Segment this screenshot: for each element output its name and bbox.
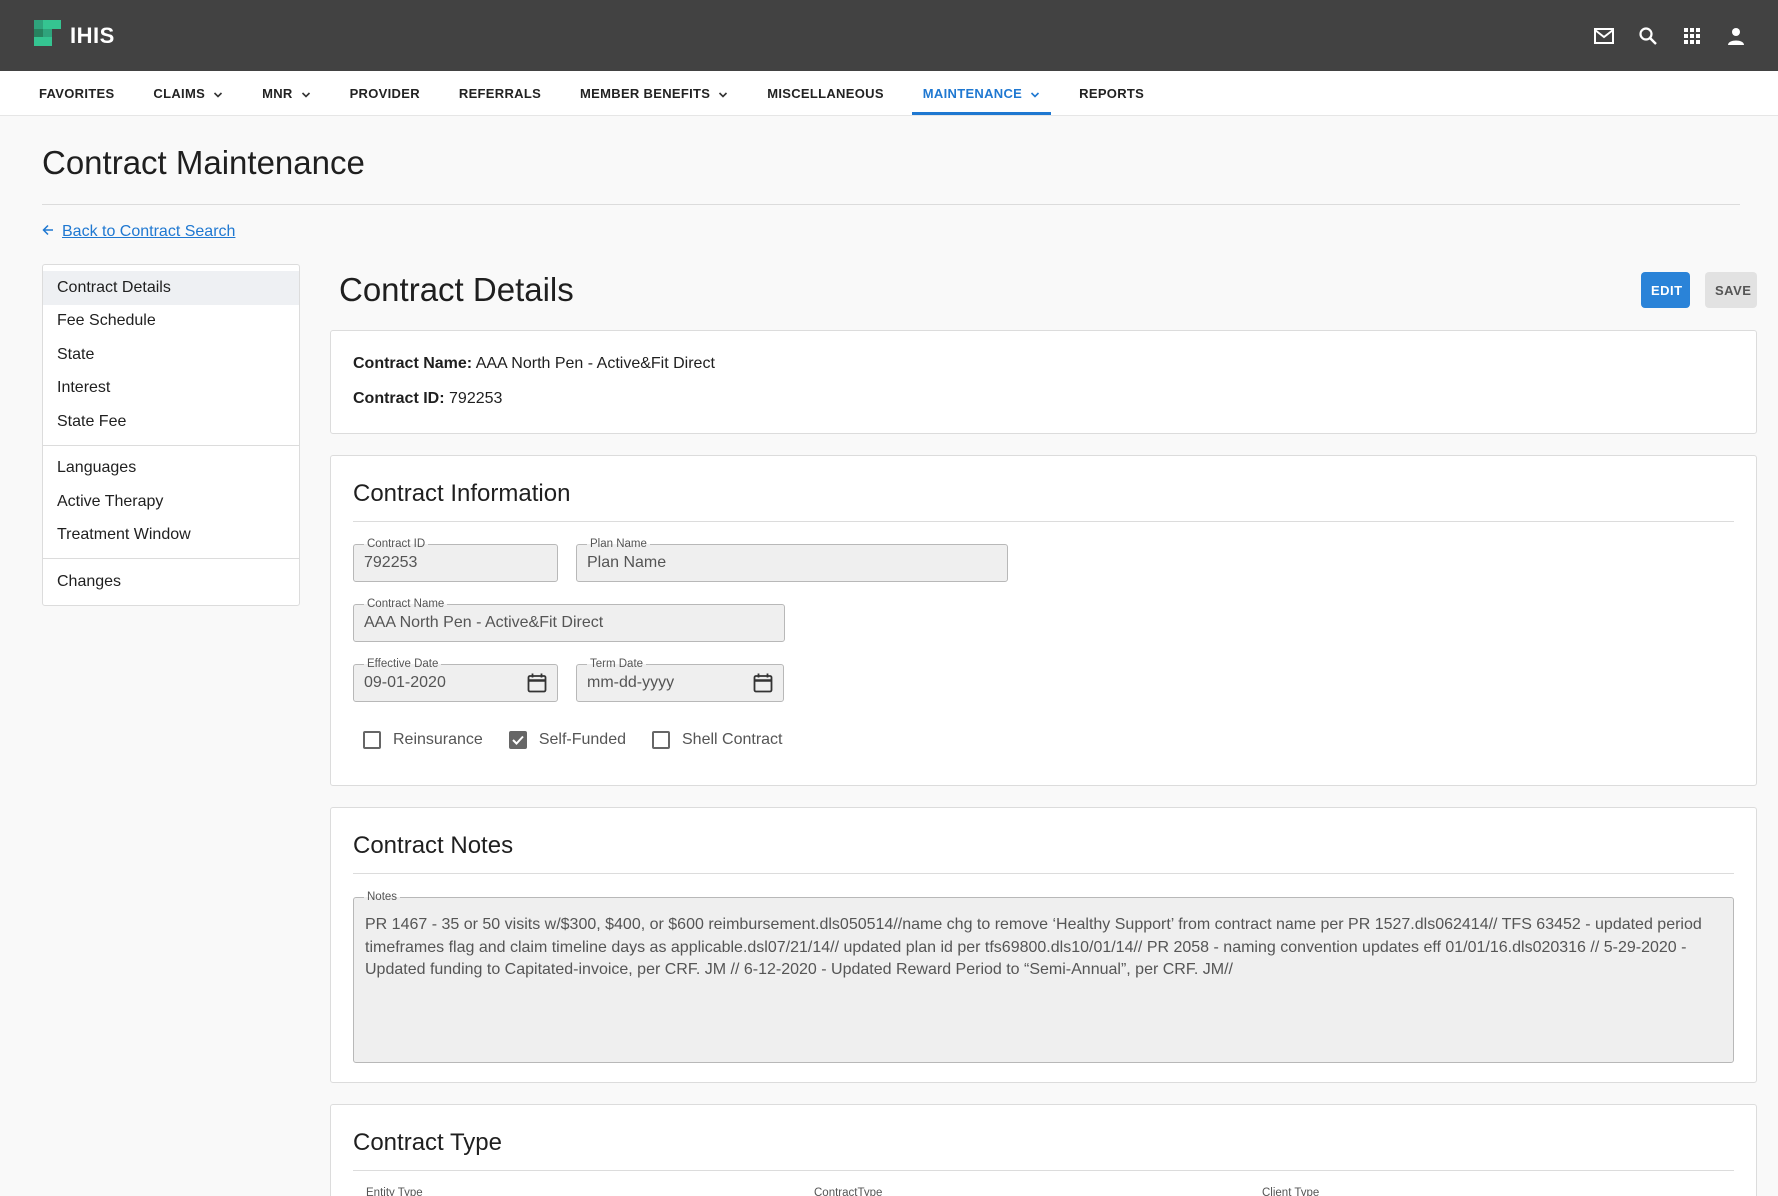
save-button[interactable]: SAVE [1705, 272, 1757, 308]
checkbox-label: Reinsurance [393, 731, 483, 748]
nav-label: MNR [262, 85, 293, 101]
apps-grid-icon[interactable] [1680, 24, 1704, 48]
nav-provider[interactable]: PROVIDER [335, 71, 435, 115]
contract-id-line: Contract ID: 792253 [353, 390, 1734, 408]
sidebar-group: Changes [43, 559, 299, 605]
nav-reports[interactable]: REPORTS [1064, 71, 1159, 115]
checkbox-box [363, 731, 381, 749]
brand[interactable]: IHIS [34, 20, 115, 51]
top-app-bar: IHIS [0, 0, 1778, 71]
contract-summary-card: Contract Name: AAA North Pen - Active&Fi… [330, 330, 1757, 434]
term-date-field[interactable]: Term Date mm-dd-yyyy [576, 657, 784, 702]
field-label: Contract ID [364, 537, 429, 551]
sidebar-item-state-fee[interactable]: State Fee [43, 405, 299, 439]
contract-name-line: Contract Name: AAA North Pen - Active&Fi… [353, 355, 1734, 373]
client-type-label: Client Type [1262, 1187, 1320, 1196]
contract-type-label: ContractType [814, 1187, 883, 1196]
contract-type-card: Contract Type Entity Type ContractType C… [330, 1104, 1757, 1196]
field-label: Term Date [587, 657, 647, 671]
chevron-down-icon [301, 88, 311, 98]
edit-button[interactable]: EDIT [1641, 272, 1690, 308]
nav-maintenance[interactable]: MAINTENANCE [908, 71, 1055, 115]
sidebar-item-languages[interactable]: Languages [43, 452, 299, 486]
contract-notes-heading: Contract Notes [353, 832, 1734, 874]
field-label: Contract Name [364, 597, 448, 611]
nav-label: MEMBER BENEFITS [580, 85, 711, 101]
nav-mnr[interactable]: MNR [247, 71, 326, 115]
nav-label: FAVORITES [39, 85, 115, 101]
calendar-icon[interactable] [527, 673, 547, 698]
field-value: 792253 [364, 554, 418, 571]
mail-icon[interactable] [1592, 24, 1616, 48]
nav-label: PROVIDER [349, 85, 420, 101]
contract-id-value: 792253 [449, 390, 503, 407]
checkbox-label: Self-Funded [538, 731, 626, 748]
back-link-label: Back to Contract Search [62, 223, 236, 240]
sidebar-item-fee-schedule[interactable]: Fee Schedule [43, 305, 299, 339]
contract-id-field[interactable]: Contract ID 792253 [353, 537, 558, 582]
nav-referrals[interactable]: REFERRALS [444, 71, 556, 115]
sidebar-item-contract-details[interactable]: Contract Details [43, 271, 299, 305]
search-icon[interactable] [1636, 24, 1660, 48]
field-label: Effective Date [364, 657, 442, 671]
main-nav: FAVORITES CLAIMS MNR PROVIDER REFERRALS … [0, 71, 1778, 116]
contract-information-card: Contract Information Contract ID 792253 … [330, 455, 1757, 786]
contract-name-label: Contract Name: [353, 355, 473, 372]
main-content: Contract Details EDIT SAVE Contract Name… [330, 264, 1757, 1196]
shell-contract-checkbox[interactable]: Shell Contract [652, 728, 783, 752]
contract-name-field[interactable]: Contract Name AAA North Pen - Active&Fit… [353, 597, 785, 642]
sidebar-group: Contract Details Fee Schedule State Inte… [43, 265, 299, 446]
checkbox-box [652, 731, 670, 749]
contract-type-heading: Contract Type [353, 1129, 1734, 1171]
sidebar-item-state[interactable]: State [43, 338, 299, 372]
nav-claims[interactable]: CLAIMS [138, 71, 238, 115]
page-title: Contract Maintenance [42, 144, 365, 181]
reinsurance-checkbox[interactable]: Reinsurance [363, 728, 483, 752]
field-value: Plan Name [587, 554, 667, 571]
notes-textarea[interactable]: Notes PR 1467 - 35 or 50 visits w/$300, … [353, 890, 1734, 1063]
checkbox-label: Shell Contract [682, 731, 783, 748]
field-label: Notes [364, 890, 401, 904]
nav-label: MAINTENANCE [922, 85, 1023, 101]
contract-id-label: Contract ID: [353, 390, 445, 407]
app-name: IHIS [70, 22, 115, 48]
nav-member-benefits[interactable]: MEMBER BENEFITS [565, 71, 743, 115]
field-value: mm-dd-yyyy [587, 674, 675, 691]
effective-date-field[interactable]: Effective Date 09-01-2020 [353, 657, 558, 702]
section-sidebar: Contract Details Fee Schedule State Inte… [42, 264, 300, 606]
chevron-down-icon [1030, 88, 1040, 98]
nav-label: REFERRALS [458, 85, 542, 101]
entity-type-label: Entity Type [366, 1187, 423, 1196]
field-value: AAA North Pen - Active&Fit Direct [364, 614, 604, 631]
plan-name-field[interactable]: Plan Name Plan Name [576, 537, 1008, 582]
check-icon [512, 735, 524, 745]
back-to-search-link[interactable]: Back to Contract Search [42, 223, 235, 241]
calendar-icon[interactable] [753, 673, 773, 698]
notes-value: PR 1467 - 35 or 50 visits w/$300, $400, … [365, 916, 1702, 978]
nav-label: CLAIMS [153, 85, 206, 101]
nav-miscellaneous[interactable]: MISCELLANEOUS [752, 71, 899, 115]
nav-label: REPORTS [1079, 85, 1145, 101]
sidebar-item-treatment-window[interactable]: Treatment Window [43, 519, 299, 553]
contract-name-value: AAA North Pen - Active&Fit Direct [475, 355, 715, 372]
field-value: 09-01-2020 [364, 674, 446, 691]
arrow-left-icon [42, 223, 54, 241]
ihis-logo-icon [34, 20, 62, 51]
sidebar-item-changes[interactable]: Changes [43, 565, 299, 599]
sidebar-item-active-therapy[interactable]: Active Therapy [43, 485, 299, 519]
field-label: Plan Name [587, 537, 650, 551]
chevron-down-icon [718, 88, 728, 98]
nav-favorites[interactable]: FAVORITES [24, 71, 129, 115]
contract-information-heading: Contract Information [353, 480, 1734, 522]
contract-notes-card: Contract Notes Notes PR 1467 - 35 or 50 … [330, 807, 1757, 1083]
self-funded-checkbox[interactable]: Self-Funded [508, 728, 626, 752]
nav-label: MISCELLANEOUS [767, 85, 884, 101]
account-icon[interactable] [1724, 24, 1748, 48]
divider [42, 204, 1740, 205]
checkbox-box-checked [508, 731, 527, 749]
chevron-down-icon [213, 88, 223, 98]
sidebar-item-interest[interactable]: Interest [43, 372, 299, 406]
sidebar-group: Languages Active Therapy Treatment Windo… [43, 446, 299, 559]
section-title: Contract Details [339, 271, 574, 308]
